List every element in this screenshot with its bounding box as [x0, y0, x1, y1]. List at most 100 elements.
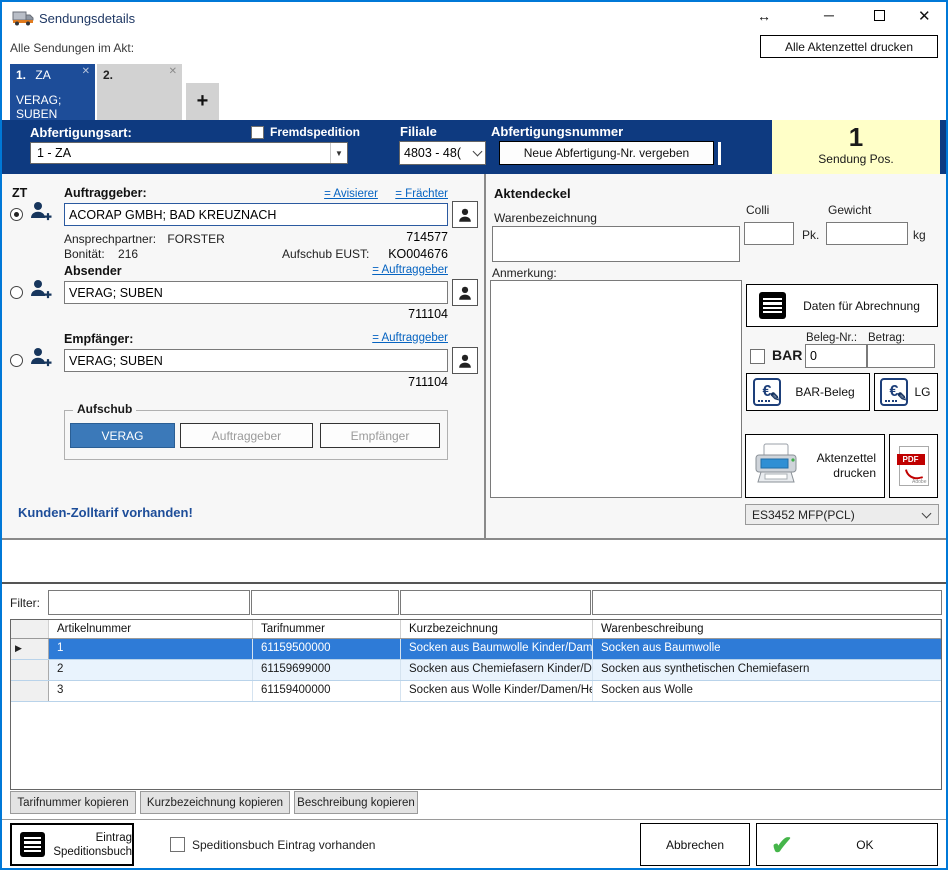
neue-abfertigung-button[interactable]: Neue Abfertigung-Nr. vergeben: [499, 141, 714, 165]
column-header-warenbeschreibung[interactable]: Warenbeschreibung: [593, 620, 941, 638]
tab1-close-icon[interactable]: ✕: [82, 66, 90, 77]
aktendeckel-title: Aktendeckel: [494, 186, 571, 201]
auftraggeber-label: Auftraggeber:: [64, 186, 147, 200]
sendung-count-panel: 1 Sendung Pos.: [772, 120, 940, 174]
tab1-number: 1.: [16, 68, 26, 82]
minimize-button[interactable]: ─: [824, 7, 834, 23]
aufschub-empfaenger-button[interactable]: Empfänger: [320, 423, 440, 448]
cell-tarifnummer: 61159400000: [253, 681, 401, 701]
empfaenger-kundennr: 711104: [332, 375, 448, 389]
avisierer-link[interactable]: = Avisierer: [324, 188, 378, 200]
cell-kurzbezeichnung: Socken aus Baumwolle Kinder/Damen/Herren: [401, 639, 593, 659]
warenbezeichnung-label: Warenbezeichnung: [494, 211, 597, 225]
tab-sendung-2[interactable]: 2. ✕: [97, 64, 182, 120]
speditionsbuch-checkbox[interactable]: [170, 837, 185, 852]
tab1-line3: SUBEN: [16, 107, 89, 121]
filiale-label: Filiale: [400, 124, 437, 139]
column-header-tarifnummer[interactable]: Tarifnummer: [253, 620, 401, 638]
auftraggeber-contact-button[interactable]: [452, 201, 478, 228]
absender-contact-button[interactable]: [452, 279, 478, 306]
cell-artikelnummer: 2: [49, 660, 253, 680]
cell-artikelnummer: 3: [49, 681, 253, 701]
column-header-artikelnummer[interactable]: Artikelnummer: [49, 620, 253, 638]
filter-warenbeschreibung-input[interactable]: [592, 590, 942, 615]
tab2-close-icon[interactable]: ✕: [169, 66, 177, 77]
aufschub-verag-button[interactable]: VERAG: [70, 423, 175, 448]
betrag-input[interactable]: [867, 344, 935, 368]
pdf-button[interactable]: PDF Adobe: [889, 434, 938, 498]
beleg-nr-input[interactable]: [805, 344, 867, 368]
bonitaet-label: Bonität:: [64, 247, 105, 261]
bonitaet-value: 216: [118, 247, 138, 261]
filter-tarifnummer-input[interactable]: [251, 590, 399, 615]
aktenzettel-drucken-button[interactable]: Aktenzettel drucken: [745, 434, 885, 498]
warenbezeichnung-textarea[interactable]: [492, 226, 740, 262]
aufschub-auftraggeber-button[interactable]: Auftraggeber: [180, 423, 313, 448]
euro-receipt-icon: €✎: [880, 378, 908, 406]
empfaenger-radio[interactable]: [10, 354, 23, 367]
gewicht-input[interactable]: [826, 222, 908, 245]
cell-artikelnummer: 1: [49, 639, 253, 659]
abfertigungsart-dropdown[interactable]: 1 - ZA ▼: [30, 142, 348, 164]
copy-kurzbezeichnung-button[interactable]: Kurzbezeichnung kopieren: [140, 791, 290, 814]
footer-border: [2, 819, 946, 820]
absender-auftraggeber-link[interactable]: = Auftraggeber: [372, 264, 448, 278]
maximize-icon: [874, 10, 885, 21]
auftraggeber-radio[interactable]: [10, 208, 23, 221]
copy-tarifnummer-button[interactable]: Tarifnummer kopieren: [10, 791, 136, 814]
empfaenger-contact-button[interactable]: [452, 347, 478, 374]
tab-sendung-1[interactable]: 1. ZA ✕ VERAG; SUBEN: [10, 64, 95, 120]
bar-label: BAR: [772, 347, 802, 363]
table-row[interactable]: 2 61159699000 Socken aus Chemiefasern Ki…: [11, 660, 941, 681]
add-contact-icon[interactable]: [28, 199, 52, 226]
articles-table: Artikelnummer Tarifnummer Kurzbezeichnun…: [10, 619, 942, 790]
abbrechen-button[interactable]: Abbrechen: [640, 823, 750, 866]
filter-kurzbezeichnung-input[interactable]: [400, 590, 591, 615]
beleg-nr-label: Beleg-Nr.:: [806, 332, 857, 344]
ok-button[interactable]: ✔ OK: [756, 823, 938, 866]
absender-radio[interactable]: [10, 286, 23, 299]
lg-button[interactable]: €✎ LG: [874, 373, 938, 411]
filter-artikelnummer-input[interactable]: [48, 590, 250, 615]
daten-abrechnung-button[interactable]: Daten für Abrechnung: [746, 284, 938, 327]
copy-beschreibung-button[interactable]: Beschreibung kopieren: [294, 791, 418, 814]
panel-bottom-border: [2, 538, 946, 540]
empfaenger-auftraggeber-link[interactable]: = Auftraggeber: [372, 332, 448, 346]
filiale-dropdown[interactable]: 4803 - 48(: [399, 141, 486, 165]
resize-arrows-icon[interactable]: ↔: [757, 8, 771, 24]
dropdown-arrow-icon: ▼: [330, 143, 347, 163]
add-contact-icon[interactable]: [28, 277, 52, 304]
add-tab-button[interactable]: +: [186, 83, 219, 120]
eintrag-label-1: Eintrag: [96, 832, 132, 844]
fremdspedition-checkbox[interactable]: [251, 126, 264, 139]
absender-input[interactable]: [64, 281, 448, 304]
add-contact-icon[interactable]: [28, 345, 52, 372]
bar-beleg-button[interactable]: €✎ BAR-Beleg: [746, 373, 870, 411]
anmerkung-textarea[interactable]: [490, 280, 742, 498]
table-header-row: Artikelnummer Tarifnummer Kurzbezeichnun…: [11, 620, 941, 639]
euro-receipt-icon: €✎: [753, 378, 781, 406]
printer-select[interactable]: ES3452 MFP(PCL): [745, 504, 939, 525]
empfaenger-input[interactable]: [64, 349, 448, 372]
bar-checkbox[interactable]: [750, 349, 765, 364]
current-row-arrow-icon: ▶: [15, 643, 22, 653]
tabs-label: Alle Sendungen im Akt:: [10, 41, 134, 55]
close-button[interactable]: ✕: [918, 7, 931, 25]
cell-warenbeschreibung: Socken aus Baumwolle: [593, 639, 941, 659]
auftraggeber-kundennr: 714577: [332, 230, 448, 244]
tab1-type: ZA: [35, 68, 50, 82]
grid-section-border: [2, 582, 946, 584]
maximize-button[interactable]: [874, 10, 885, 24]
aufschub-eust-value: KO004676: [332, 247, 448, 261]
column-header-kurzbezeichnung[interactable]: Kurzbezeichnung: [401, 620, 593, 638]
fraechter-link[interactable]: = Frächter: [395, 188, 448, 200]
person-icon: [456, 284, 474, 302]
table-row[interactable]: ▶ 1 61159500000 Socken aus Baumwolle Kin…: [11, 639, 941, 660]
pdf-icon: PDF Adobe: [899, 446, 929, 486]
table-row[interactable]: 3 61159400000 Socken aus Wolle Kinder/Da…: [11, 681, 941, 702]
auftraggeber-input[interactable]: [64, 203, 448, 226]
alle-aktenzettel-drucken-button[interactable]: Alle Aktenzettel drucken: [760, 35, 938, 58]
eintrag-speditionsbuch-button[interactable]: Eintrag Speditionsbuch: [10, 823, 134, 866]
colli-input[interactable]: [744, 222, 794, 245]
app-truck-icon: [12, 9, 34, 29]
